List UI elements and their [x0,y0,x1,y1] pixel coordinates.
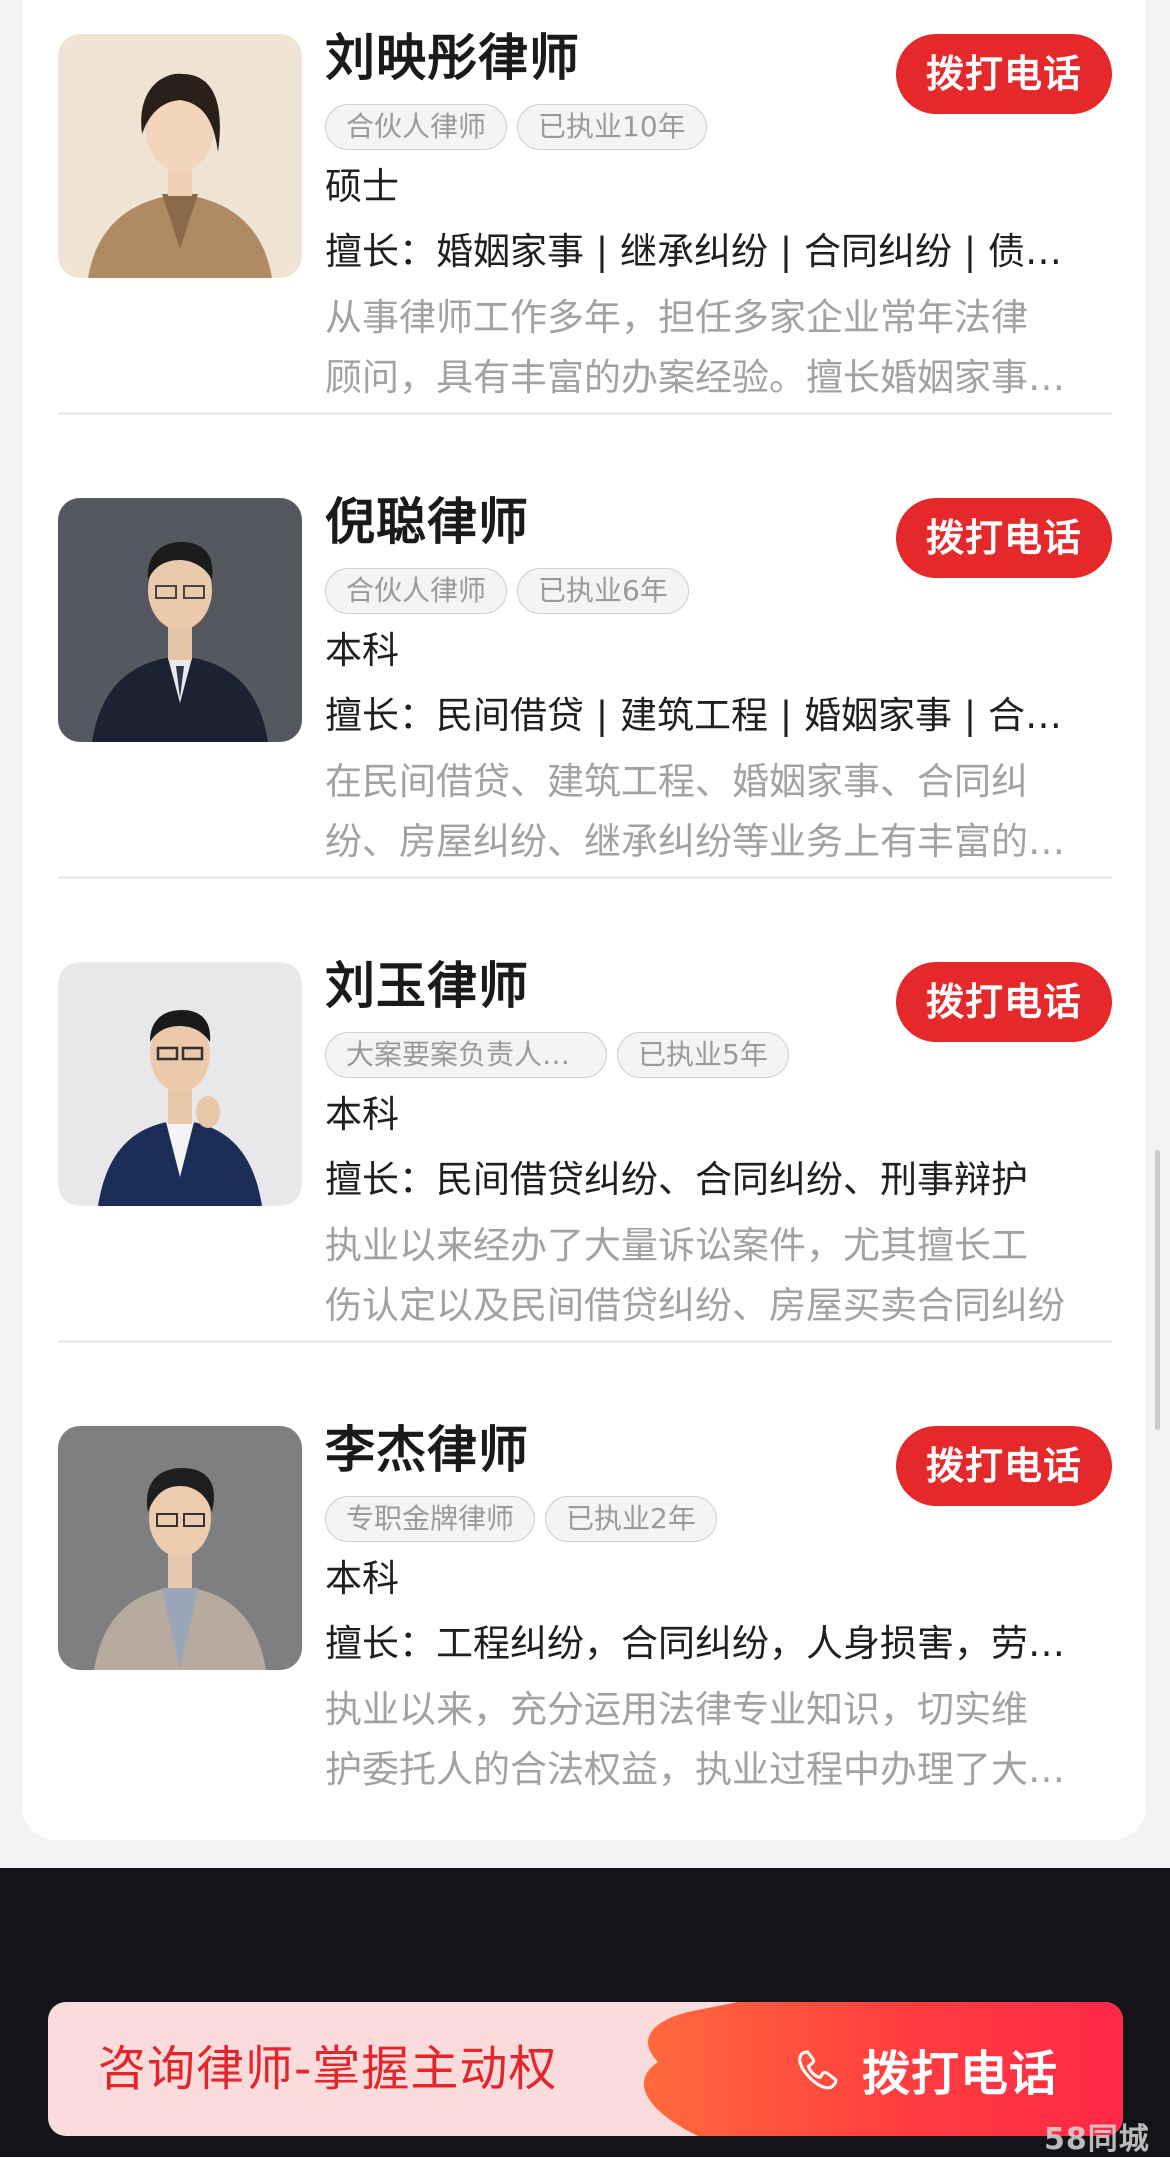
lawyer-degree: 硕士 [325,165,399,208]
experience-tag: 已执业10年 [517,104,707,150]
lawyer-specialty: 擅长：民间借贷 | 建筑工程 | 婚姻家事 | 合同纠纷 [325,694,1095,737]
lawyer-tags: 合伙人律师 已执业10年 [325,104,707,152]
lawyer-name: 李杰律师 [325,1421,529,1479]
description-line: 护委托人的合法权益，执业过程中办理了大量案件 [325,1748,1095,1791]
lawyer-specialty: 擅长：工程纠纷，合同纠纷，人身损害，劳动争议 [325,1622,1095,1665]
lawyer-specialty: 擅长：民间借贷纠纷、合同纠纷、刑事辩护 [325,1158,1028,1201]
role-tag: 合伙人律师 [325,568,508,614]
lawyer-name: 倪聪律师 [325,493,529,551]
lawyer-description: 从事律师工作多年，担任多家企业常年法律 顾问，具有丰富的办案经验。擅长婚姻家事纠… [325,288,1095,408]
lawyer-avatar [58,34,302,278]
lawyer-degree: 本科 [325,629,399,672]
role-tag: 合伙人律师 [325,104,508,150]
lawyer-tags: 专职金牌律师 已执业2年 [325,1496,717,1544]
lawyer-specialty: 擅长：婚姻家事 | 继承纠纷 | 合同纠纷 | 债务纠纷 [325,230,1095,273]
description-line: 伤认定以及民间借贷纠纷、房屋买卖合同纠纷 [325,1284,1065,1327]
description-line: 从事律师工作多年，担任多家企业常年法律 [325,296,1028,339]
cta-call-button[interactable]: 拨打电话 [794,2002,1058,2136]
lawyer-item[interactable]: 刘玉律师 拨打电话 大案要案负责人律师 已执业5年 本科 擅长：民间借贷纠纷、合… [58,928,1112,1392]
description-line: 纷、房屋纠纷、继承纠纷等业务上有丰富的经验 [325,820,1095,863]
lawyer-description: 执业以来，充分运用法律专业知识，切实维 护委托人的合法权益，执业过程中办理了大量… [325,1680,1095,1800]
role-tag: 大案要案负责人律师 [325,1032,607,1078]
description-line: 执业以来经办了大量诉讼案件，尤其擅长工 [325,1224,1028,1267]
description-line: 在民间借贷、建筑工程、婚姻家事、合同纠 [325,760,1028,803]
lawyer-item[interactable]: 倪聪律师 拨打电话 合伙人律师 已执业6年 本科 擅长：民间借贷 | 建筑工程 … [58,464,1112,928]
lawyer-avatar [58,962,302,1206]
lawyer-avatar [58,498,302,742]
lawyer-item[interactable]: 李杰律师 拨打电话 专职金牌律师 已执业2年 本科 擅长：工程纠纷，合同纠纷，人… [58,1392,1112,1856]
phone-icon [798,2050,838,2090]
lawyer-name: 刘玉律师 [325,957,529,1015]
cta-text: 咨询律师-掌握主动权 [98,2041,558,2097]
experience-tag: 已执业6年 [517,568,689,614]
call-button[interactable]: 拨打电话 [896,498,1112,578]
lawyer-avatar [58,1426,302,1670]
call-button[interactable]: 拨打电话 [896,1426,1112,1506]
lawyer-tags: 大案要案负责人律师 已执业5年 [325,1032,789,1080]
role-tag: 专职金牌律师 [325,1496,536,1542]
call-button[interactable]: 拨打电话 [896,34,1112,114]
lawyer-item[interactable]: 刘映彤律师 拨打电话 合伙人律师 已执业10年 硕士 擅长：婚姻家事 | 继承纠… [58,0,1112,464]
divider [58,412,1112,415]
lawyer-degree: 本科 [325,1557,399,1600]
description-line: 执业以来，充分运用法律专业知识，切实维 [325,1688,1028,1731]
cta-call-label: 拨打电话 [862,2046,1059,2102]
scrollbar-thumb[interactable] [1155,1150,1160,1430]
consult-cta-bar[interactable]: 咨询律师-掌握主动权 拨打电话 [48,2002,1123,2136]
lawyer-description: 在民间借贷、建筑工程、婚姻家事、合同纠 纷、房屋纠纷、继承纠纷等业务上有丰富的经… [325,752,1095,872]
experience-tag: 已执业2年 [545,1496,717,1542]
lawyer-name: 刘映彤律师 [325,29,580,87]
lawyer-degree: 本科 [325,1093,399,1136]
watermark-logo: 58同城 [1044,2122,1150,2157]
divider [58,876,1112,879]
experience-tag: 已执业5年 [617,1032,789,1078]
lawyer-description: 执业以来经办了大量诉讼案件，尤其擅长工 伤认定以及民间借贷纠纷、房屋买卖合同纠纷 [325,1216,1095,1336]
description-line: 顾问，具有丰富的办案经验。擅长婚姻家事纠纷 [325,356,1095,399]
call-button[interactable]: 拨打电话 [896,962,1112,1042]
lawyer-tags: 合伙人律师 已执业6年 [325,568,689,616]
divider [58,1340,1112,1343]
